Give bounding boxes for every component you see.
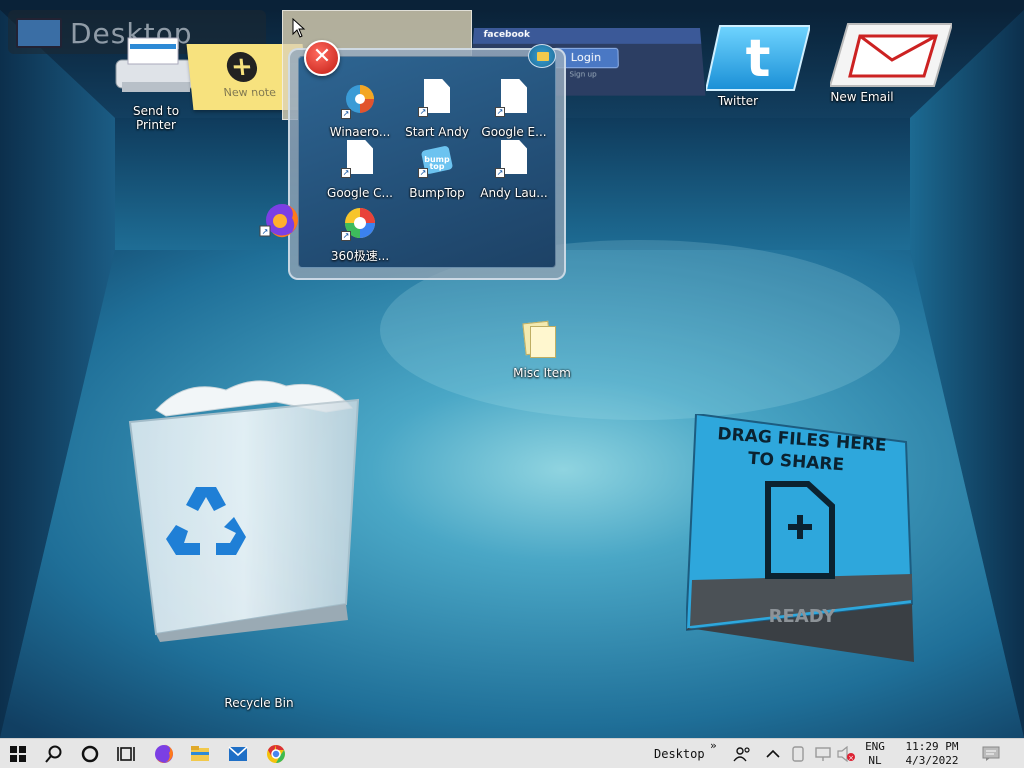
language-code: ENG bbox=[865, 740, 885, 753]
expanded-pile[interactable]: ↗ Winaero... ↗ Start Andy ↗ Google E... … bbox=[288, 40, 566, 280]
pile-item-andy-lau[interactable]: ↗ Andy Lau... bbox=[475, 140, 553, 202]
misc-item-label: Misc Item bbox=[513, 366, 571, 380]
volume-button[interactable]: × bbox=[834, 739, 858, 768]
pile-item-start-andy[interactable]: ↗ Start Andy bbox=[398, 79, 476, 141]
volume-muted-icon: × bbox=[837, 746, 855, 762]
add-note-icon: + bbox=[225, 52, 259, 82]
share-status: READY bbox=[768, 606, 836, 627]
clock[interactable]: 11:29 PM 4/3/2022 bbox=[896, 740, 968, 768]
file-explorer-icon bbox=[191, 746, 209, 761]
share-drop-zone[interactable]: DRAG FILES HERE TO SHARE READY bbox=[684, 412, 916, 662]
facebook-brand: facebook bbox=[472, 28, 702, 44]
people-button[interactable] bbox=[726, 739, 758, 768]
shortcut-arrow-icon: ↗ bbox=[341, 109, 351, 119]
taskbar-chrome[interactable] bbox=[258, 739, 294, 768]
notification-icon bbox=[982, 746, 1000, 761]
bumptop-room: Desktop Send to Printer + New note faceb… bbox=[0, 0, 1024, 738]
taskbar-file-explorer[interactable] bbox=[182, 739, 218, 768]
start-icon bbox=[10, 746, 26, 762]
cortana-button[interactable] bbox=[72, 739, 108, 768]
tray-device-button[interactable] bbox=[786, 739, 810, 768]
start-button[interactable] bbox=[0, 739, 36, 768]
pile-item-label: Google E... bbox=[481, 125, 547, 139]
pile-item-label: Andy Lau... bbox=[480, 186, 548, 200]
shortcut-arrow-icon: ↗ bbox=[418, 107, 428, 117]
cursor-icon bbox=[292, 18, 306, 38]
pile-item-label: Google C... bbox=[327, 186, 393, 200]
svg-text:↗: ↗ bbox=[262, 227, 269, 236]
svg-text:t: t bbox=[746, 29, 771, 89]
shortcut-arrow-icon: ↗ bbox=[341, 231, 351, 241]
chevron-up-icon bbox=[766, 749, 780, 758]
pile-item-label: BumpTop bbox=[409, 186, 465, 200]
clock-time: 11:29 PM bbox=[905, 740, 959, 753]
monitor-icon bbox=[16, 18, 62, 48]
language-indicator[interactable]: ENG NL bbox=[860, 740, 890, 768]
task-view-icon bbox=[117, 747, 135, 761]
twitter-label: Twitter bbox=[717, 94, 759, 108]
file-icon bbox=[530, 326, 556, 358]
svg-text:×: × bbox=[848, 754, 854, 762]
search-button[interactable] bbox=[36, 739, 72, 768]
svg-text:top: top bbox=[429, 162, 444, 171]
toolbar-chevron-icon[interactable]: » bbox=[710, 731, 717, 761]
desktop-toolbar-label[interactable]: Desktop bbox=[654, 739, 705, 768]
task-view-button[interactable] bbox=[108, 739, 144, 768]
pile-item-label: Start Andy bbox=[405, 125, 469, 139]
new-email-label: New Email bbox=[830, 90, 894, 104]
firefox-icon bbox=[155, 744, 173, 763]
mail-icon bbox=[228, 746, 248, 761]
cortana-icon bbox=[81, 745, 99, 763]
shortcut-arrow-icon: ↗ bbox=[495, 168, 505, 178]
search-icon bbox=[45, 745, 62, 763]
pile-item-bumptop[interactable]: bump top ↗ BumpTop bbox=[398, 140, 476, 202]
recycle-bin-icon bbox=[128, 380, 360, 642]
clock-date: 4/3/2022 bbox=[905, 754, 959, 767]
pile-item-winaero[interactable]: ↗ Winaero... bbox=[321, 79, 399, 141]
recycle-bin[interactable]: Recycle Bin bbox=[126, 372, 366, 710]
taskbar-firefox[interactable] bbox=[146, 739, 182, 768]
pile-item-label: Winaero... bbox=[329, 125, 391, 139]
twitter-icon: t bbox=[704, 25, 812, 91]
misc-item[interactable]: Misc Item bbox=[510, 320, 574, 390]
chrome-icon bbox=[267, 745, 285, 763]
recycle-bin-label: Recycle Bin bbox=[224, 696, 294, 710]
pile-item-google-c[interactable]: ↗ Google C... bbox=[321, 140, 399, 202]
shortcut-arrow-icon: ↗ bbox=[341, 168, 351, 178]
close-pile-button[interactable]: ✕ bbox=[304, 40, 340, 76]
firefox-icon: ↗ bbox=[259, 203, 298, 238]
keyboard-layout: NL bbox=[868, 754, 882, 767]
firefox-shortcut[interactable]: ↗ bbox=[258, 200, 302, 240]
device-icon bbox=[792, 746, 804, 762]
new-email-widget[interactable]: New Email bbox=[828, 22, 954, 104]
send-to-printer-label: Send to Printer bbox=[132, 104, 180, 132]
envelope-icon bbox=[828, 23, 954, 87]
shortcut-arrow-icon: ↗ bbox=[495, 107, 505, 117]
pile-grid: ↗ Winaero... ↗ Start Andy ↗ Google E... … bbox=[298, 56, 556, 268]
pile-item-360-browser[interactable]: ↗ 360极速... bbox=[321, 203, 399, 265]
taskbar: Desktop » × ENG NL 11:29 PM 4/3/2022 bbox=[0, 738, 1024, 768]
taskbar-mail[interactable] bbox=[220, 739, 256, 768]
pile-item-google-e[interactable]: ↗ Google E... bbox=[475, 79, 553, 141]
new-note-label: New note bbox=[222, 86, 277, 99]
network-icon bbox=[815, 747, 831, 761]
folder-icon[interactable] bbox=[528, 44, 556, 68]
pile-item-label: 360极速... bbox=[330, 249, 390, 263]
people-icon bbox=[733, 747, 750, 762]
show-hidden-icons-button[interactable] bbox=[758, 739, 788, 768]
shortcut-arrow-icon: ↗ bbox=[418, 168, 428, 178]
notifications-button[interactable] bbox=[976, 739, 1006, 768]
network-button[interactable] bbox=[810, 739, 836, 768]
twitter-widget[interactable]: t Twitter bbox=[704, 24, 812, 108]
facebook-signup-link[interactable]: Sign up bbox=[569, 70, 596, 78]
